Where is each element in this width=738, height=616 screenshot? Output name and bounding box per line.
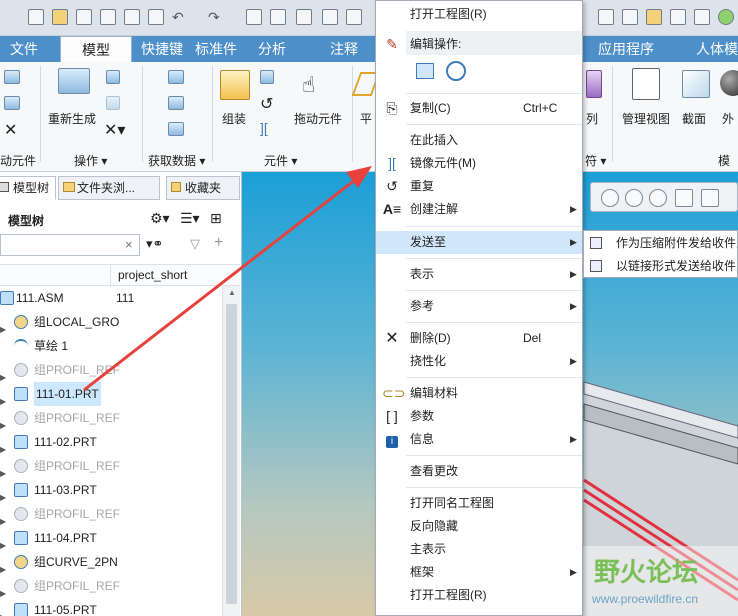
- submenu-arrow-icon: ▶: [570, 237, 577, 247]
- submenu-arrow-icon: ▶: [570, 269, 577, 279]
- annotation-icon: A≡: [382, 201, 402, 217]
- view-changes-label: 查看更改: [410, 464, 459, 478]
- material-icon: ⊂⊃: [382, 385, 406, 401]
- invert-hide-label: 反向隐藏: [410, 519, 459, 533]
- edit-op-rotate-icon[interactable]: [446, 61, 466, 81]
- menu-separator: [406, 93, 582, 94]
- menu-view-changes[interactable]: 查看更改: [376, 460, 582, 483]
- edit-op-move-icon[interactable]: [416, 63, 434, 79]
- as-zip-label: 作为压缩附件发给收件人: [616, 236, 738, 250]
- link-attachment-icon: [590, 260, 602, 272]
- copy-icon: ⎘: [386, 100, 398, 116]
- insert-here-label: 在此插入: [410, 133, 459, 147]
- submenu-arrow-icon: ▶: [570, 567, 577, 577]
- menu-display[interactable]: 表示 ▶: [376, 263, 582, 286]
- menu-open-drawing-2[interactable]: 打开工程图(R): [376, 584, 582, 607]
- menu-open-drawing[interactable]: 打开工程图(R): [376, 3, 582, 26]
- menu-separator: [406, 290, 582, 291]
- arrow-shaft: [83, 174, 361, 392]
- menu-edit-ops-header: ✎ 编辑操作:: [376, 33, 582, 56]
- open-same-name-drawing-label: 打开同名工程图: [410, 496, 495, 510]
- menu-parameters[interactable]: [ ] 参数: [376, 405, 582, 428]
- pencil-icon: ✎: [386, 36, 398, 52]
- context-menu: 打开工程图(R) ✎ 编辑操作: ⎘ 复制(C) Ctrl+C 在此插入 ][ 镜像元件…: [375, 0, 583, 616]
- mirror-component-label: 镜像元件(M): [410, 156, 476, 170]
- delete-shortcut: Del: [523, 331, 542, 345]
- flexibility-label: 挠性化: [410, 354, 447, 368]
- as-link-label: 以链接形式发送给收件人: [616, 259, 738, 273]
- menu-create-annotation[interactable]: A≡ 创建注解 ▶: [376, 198, 582, 221]
- delete-x-icon: ✕: [385, 330, 399, 347]
- repeat-label: 重复: [410, 179, 435, 193]
- menu-copy[interactable]: ⎘ 复制(C) Ctrl+C: [376, 97, 582, 120]
- display-label: 表示: [410, 267, 435, 281]
- menu-separator: [406, 226, 582, 227]
- zip-attachment-icon: [590, 237, 602, 249]
- repeat-icon: ↺: [386, 178, 398, 194]
- submenu-arrow-icon: ▶: [570, 434, 577, 444]
- annotation-arrow: [83, 166, 372, 392]
- submenu-arrow-icon: ▶: [570, 356, 577, 366]
- menu-master-rep[interactable]: 主表示: [376, 538, 582, 561]
- menu-info[interactable]: i 信息 ▶: [376, 428, 582, 451]
- menu-separator: [406, 258, 582, 259]
- parameters-icon: [ ]: [386, 408, 398, 424]
- menu-edit-material[interactable]: ⊂⊃ 编辑材料: [376, 382, 582, 405]
- menu-separator: [406, 487, 582, 488]
- edit-ops-label: 编辑操作:: [410, 37, 462, 51]
- menu-flexibility[interactable]: 挠性化 ▶: [376, 350, 582, 373]
- delete-label: 删除(D): [410, 331, 451, 345]
- submenu-as-zip[interactable]: 作为压缩附件发给收件人: [584, 232, 738, 255]
- master-rep-label: 主表示: [410, 542, 447, 556]
- reference-label: 参考: [410, 299, 435, 313]
- edit-material-label: 编辑材料: [410, 386, 459, 400]
- menu-reference[interactable]: 参考 ▶: [376, 295, 582, 318]
- menu-separator: [406, 322, 582, 323]
- menu-separator: [406, 377, 582, 378]
- parameters-label: 参数: [410, 409, 435, 423]
- info-label: 信息: [410, 432, 435, 446]
- menu-frame[interactable]: 框架 ▶: [376, 561, 582, 584]
- copy-shortcut: Ctrl+C: [523, 101, 558, 115]
- menu-mirror-component[interactable]: ][ 镜像元件(M): [376, 152, 582, 175]
- menu-send-to[interactable]: 发送至 ▶: [376, 231, 582, 254]
- submenu-arrow-icon: ▶: [570, 301, 577, 311]
- send-to-label: 发送至: [410, 235, 447, 249]
- info-icon: i: [382, 428, 402, 451]
- menu-insert-here[interactable]: 在此插入: [376, 129, 582, 152]
- copy-label: 复制(C): [410, 101, 451, 115]
- menu-open-same-name-drawing[interactable]: 打开同名工程图: [376, 492, 582, 515]
- menu-invert-hide[interactable]: 反向隐藏: [376, 515, 582, 538]
- open-drawing-2-label: 打开工程图(R): [410, 588, 487, 602]
- submenu-as-link[interactable]: 以链接形式发送给收件人: [584, 255, 738, 277]
- send-to-submenu: 作为压缩附件发给收件人 以链接形式发送给收件人: [583, 230, 738, 278]
- menu-repeat[interactable]: ↺ 重复: [376, 175, 582, 198]
- mirror-icon: ][: [388, 155, 396, 171]
- create-annotation-label: 创建注解: [410, 202, 459, 216]
- frame-label: 框架: [410, 565, 435, 579]
- menu-separator: [406, 455, 582, 456]
- menu-delete[interactable]: ✕ 删除(D) Del: [376, 327, 582, 350]
- submenu-arrow-icon: ▶: [570, 204, 577, 214]
- open-drawing-label: 打开工程图(R): [410, 7, 487, 21]
- menu-separator: [406, 124, 582, 125]
